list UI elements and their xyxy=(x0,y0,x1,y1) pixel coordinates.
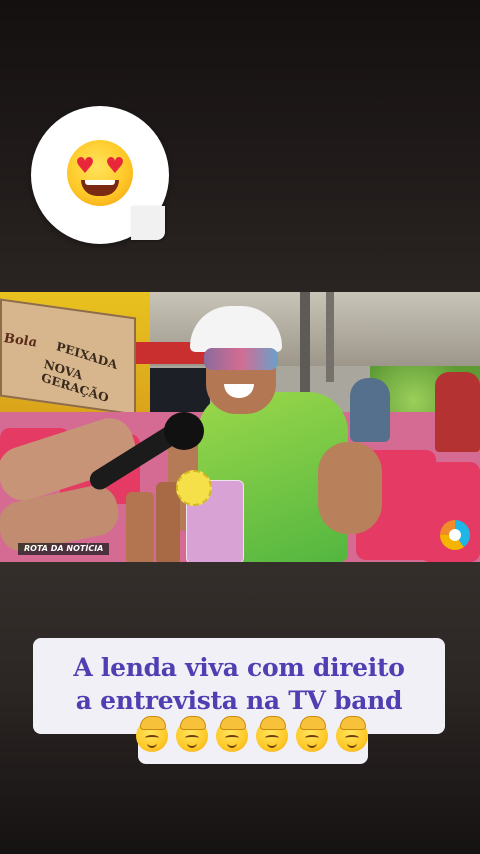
caption-emoji-row xyxy=(136,716,368,754)
subject-arm xyxy=(318,442,382,534)
heart-icon: ♥ xyxy=(75,154,95,179)
heat-face-emoji-icon xyxy=(296,716,328,752)
reaction-sticker[interactable]: ♥ ♥ xyxy=(31,106,169,244)
caption-line-1: A lenda viva com direito xyxy=(73,653,405,682)
heat-face-emoji-icon xyxy=(256,716,288,752)
heat-face-emoji-icon xyxy=(176,716,208,752)
restaurant-sign: Bola PEIXADA NOVA GERAÇÃO xyxy=(0,298,136,416)
heat-face-emoji-icon xyxy=(136,716,168,752)
background-person xyxy=(435,372,480,452)
roof-beam xyxy=(326,292,334,382)
heat-face-emoji-icon xyxy=(216,716,248,752)
microphone-head xyxy=(164,412,204,450)
sign-brand: Bola xyxy=(4,331,38,351)
program-label: ROTA DA NOTÍCIA xyxy=(18,543,110,555)
dark-window xyxy=(150,368,210,414)
video-frame[interactable]: Bola PEIXADA NOVA GERAÇÃO ROTA DA NOTÍCI… xyxy=(0,292,480,562)
heart-icon: ♥ xyxy=(105,154,125,179)
channel-logo-icon xyxy=(440,520,470,550)
sticker-tail xyxy=(131,206,165,240)
background-person xyxy=(350,378,390,442)
lemon-slice xyxy=(176,470,212,506)
caption-line-2: a entrevista na TV band xyxy=(75,686,403,715)
subject-sunglasses xyxy=(204,348,278,370)
heat-face-emoji-icon xyxy=(336,716,368,752)
bottle xyxy=(126,492,154,562)
emoji-mouth xyxy=(81,180,119,196)
heart-eyes-emoji-icon: ♥ ♥ xyxy=(67,140,133,206)
